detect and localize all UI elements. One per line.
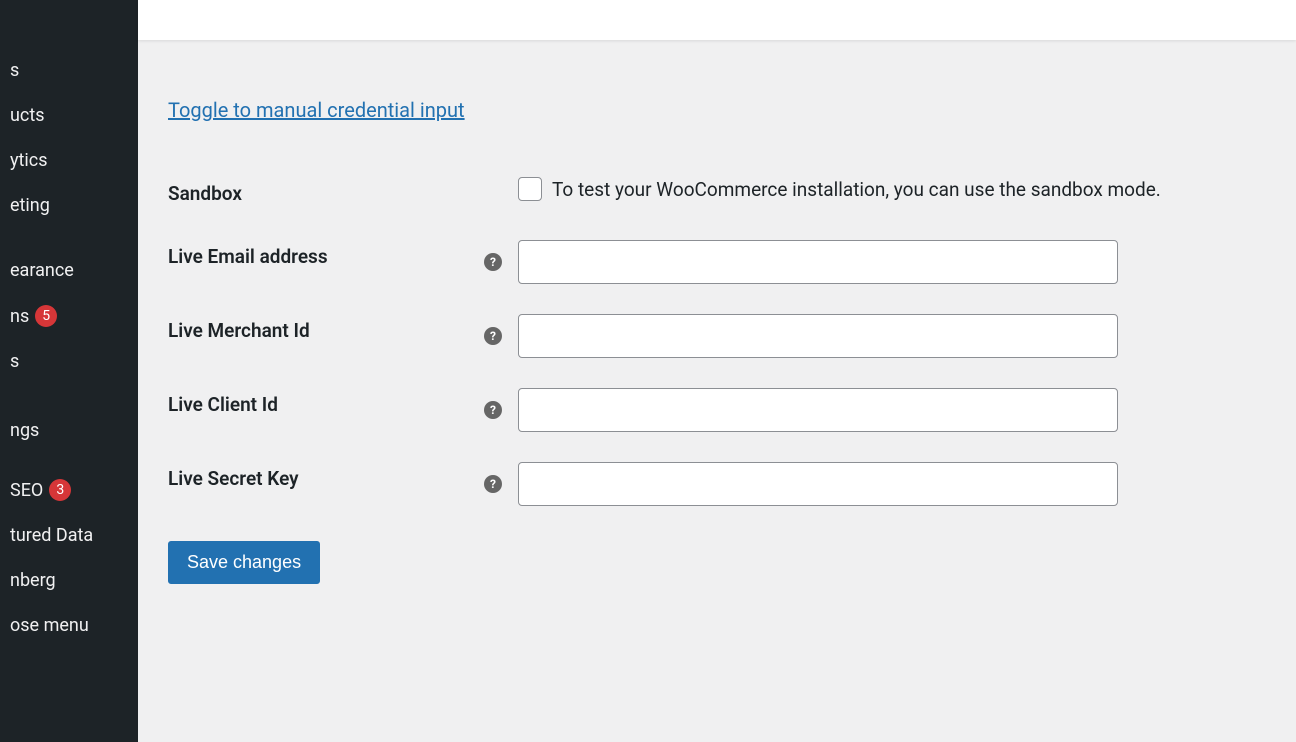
sidebar-item-label: nberg bbox=[10, 570, 56, 591]
live-secret-key-input[interactable] bbox=[518, 462, 1118, 506]
sidebar-item-plugins[interactable]: ns 5 bbox=[0, 293, 138, 339]
sidebar-item[interactable]: ucts bbox=[0, 93, 138, 138]
sidebar-item-label: ngs bbox=[10, 420, 39, 441]
sidebar-item-label: tured Data bbox=[10, 525, 93, 546]
sidebar-item-label: eting bbox=[10, 195, 50, 216]
admin-sidebar: s ucts ytics eting earance ns 5 s ngs SE… bbox=[0, 0, 138, 742]
sidebar-item[interactable]: eting bbox=[0, 183, 138, 228]
sidebar-item-label: SEO bbox=[10, 480, 43, 501]
live-client-id-input[interactable] bbox=[518, 388, 1118, 432]
update-badge: 5 bbox=[35, 305, 57, 327]
sidebar-item[interactable]: ytics bbox=[0, 138, 138, 183]
help-icon[interactable]: ? bbox=[484, 253, 502, 271]
sidebar-item-label: s bbox=[10, 351, 19, 372]
sidebar-item[interactable]: earance bbox=[0, 248, 138, 293]
live-email-label: Live Email address bbox=[168, 225, 484, 299]
save-changes-button[interactable]: Save changes bbox=[168, 541, 320, 584]
live-secret-key-label: Live Secret Key bbox=[168, 447, 484, 521]
live-client-id-label: Live Client Id bbox=[168, 373, 484, 447]
help-icon[interactable]: ? bbox=[484, 475, 502, 493]
sidebar-item-label: ns bbox=[10, 306, 29, 327]
toggle-credentials-link[interactable]: Toggle to manual credential input bbox=[168, 98, 465, 122]
help-icon[interactable]: ? bbox=[484, 327, 502, 345]
sidebar-item[interactable]: tured Data bbox=[0, 513, 138, 558]
sandbox-checkbox[interactable] bbox=[518, 177, 542, 201]
live-merchant-id-label: Live Merchant Id bbox=[168, 299, 484, 373]
sidebar-item-label: ose menu bbox=[10, 615, 89, 636]
sidebar-item[interactable]: s bbox=[0, 48, 138, 93]
sandbox-label: Sandbox bbox=[168, 162, 484, 225]
sidebar-item-label: earance bbox=[10, 260, 74, 281]
main-content: Toggle to manual credential input Sandbo… bbox=[138, 0, 1296, 742]
help-icon[interactable]: ? bbox=[484, 401, 502, 419]
sidebar-item[interactable]: s bbox=[0, 339, 138, 384]
update-badge: 3 bbox=[49, 479, 71, 501]
sandbox-description: To test your WooCommerce installation, y… bbox=[552, 178, 1161, 201]
header-bar bbox=[138, 0, 1296, 40]
live-merchant-id-input[interactable] bbox=[518, 314, 1118, 358]
sidebar-item-label: ucts bbox=[10, 105, 45, 126]
sidebar-item-label: ytics bbox=[10, 150, 48, 171]
sidebar-item[interactable] bbox=[0, 384, 138, 408]
sidebar-item[interactable]: nberg bbox=[0, 558, 138, 603]
sidebar-item-seo[interactable]: SEO 3 bbox=[0, 467, 138, 513]
sidebar-item-label: s bbox=[10, 60, 19, 81]
sidebar-collapse-menu[interactable]: ose menu bbox=[0, 603, 138, 648]
live-email-input[interactable] bbox=[518, 240, 1118, 284]
sidebar-item[interactable]: ngs bbox=[0, 408, 138, 453]
